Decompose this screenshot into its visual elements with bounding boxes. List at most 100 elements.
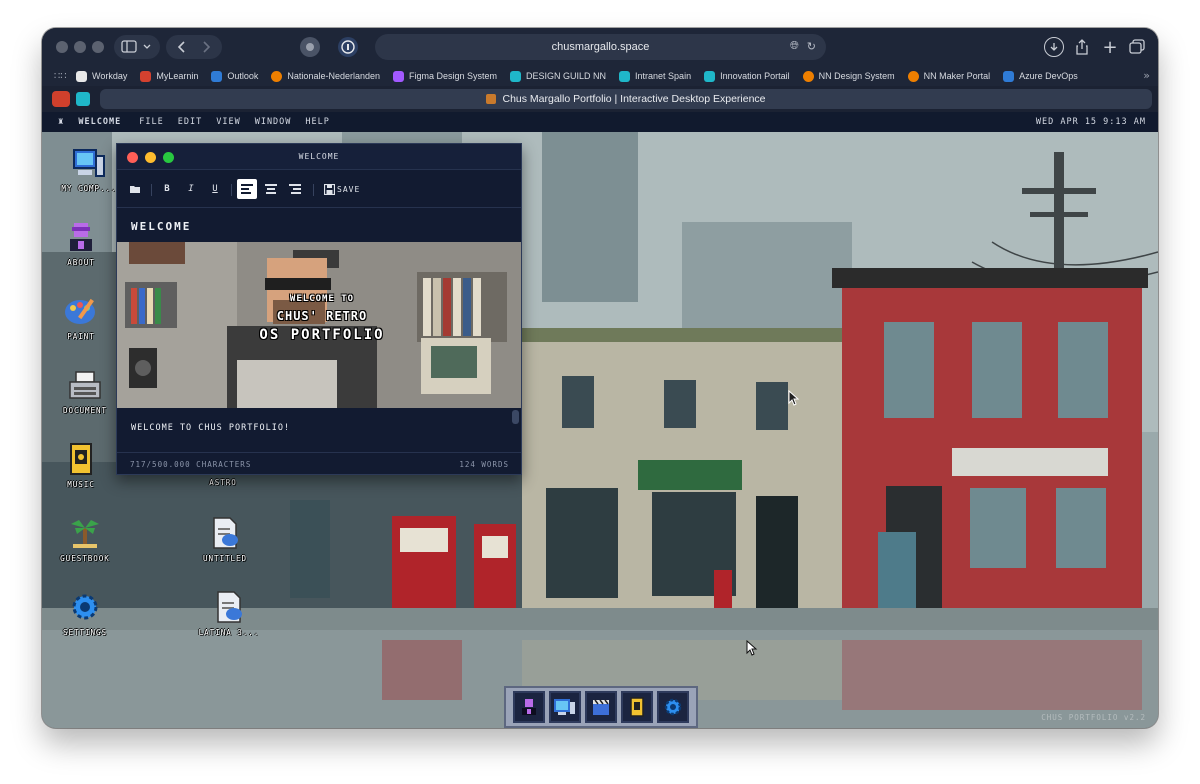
- extension-icon[interactable]: [300, 37, 320, 57]
- desktop-icon-astro[interactable]: ASTRO: [184, 474, 262, 487]
- hero-caption: WELCOME TO CHUS' RETRO OS PORTFOLIO: [237, 294, 407, 343]
- menu-help[interactable]: HELP: [305, 117, 329, 127]
- bookmark-favicon: [271, 70, 283, 82]
- desktop-icon-music[interactable]: MUSIC: [42, 442, 120, 489]
- desktop-icon-about[interactable]: ABOUT: [42, 220, 120, 267]
- dock-media[interactable]: [585, 691, 617, 723]
- desktop[interactable]: MY COMP... ABOUT PAINT DOCUMENT MUSIC GU…: [42, 132, 1158, 728]
- desktop-icon-untitled[interactable]: UNTITLED: [186, 516, 264, 563]
- bookmark-favicon: [510, 70, 522, 82]
- bookmark-item[interactable]: NN Maker Portal: [907, 70, 990, 82]
- toolbar-divider: [231, 184, 232, 196]
- person-icon: [522, 699, 536, 715]
- tab-title: Chus Margallo Portfolio | Interactive De…: [502, 93, 766, 105]
- window-titlebar[interactable]: WELCOME: [117, 144, 521, 170]
- gear-icon: [664, 698, 682, 716]
- active-app-name: WELCOME: [78, 117, 122, 127]
- new-tab-icon[interactable]: +: [1100, 37, 1120, 58]
- hero-line-1: WELCOME TO: [289, 294, 355, 304]
- welcome-window: WELCOME B I U SAVE WELCOME WELCOME TO CH…: [116, 143, 522, 475]
- os-logo-icon[interactable]: ♜: [58, 117, 64, 127]
- save-icon[interactable]: [319, 179, 339, 199]
- reload-icon[interactable]: ↻: [807, 40, 816, 53]
- bookmark-item[interactable]: Nationale-Nederlanden: [271, 70, 380, 82]
- forward-icon[interactable]: [203, 41, 211, 53]
- save-button[interactable]: SAVE: [337, 185, 360, 194]
- version-watermark: CHUS PORTFOLIO v2.2: [1041, 713, 1146, 722]
- bookmark-favicon: [392, 70, 404, 82]
- bookmark-item[interactable]: Intranet Spain: [619, 70, 691, 82]
- document-body[interactable]: WELCOME TO CHUS PORTFOLIO!: [131, 423, 290, 433]
- italic-button[interactable]: I: [181, 179, 201, 199]
- desktop-icon-document[interactable]: DOCUMENT: [46, 368, 124, 415]
- chevron-right-icon[interactable]: »: [1143, 69, 1150, 82]
- desktop-icon-guestbook[interactable]: GUESTBOOK: [46, 516, 124, 563]
- scrollbar-thumb[interactable]: [512, 410, 519, 424]
- bookmark-favicon: [1003, 70, 1015, 82]
- menu-file[interactable]: FILE: [139, 117, 163, 127]
- bookmarks-bar: ∷∷ Workday MyLearnin Outlook Nationale-N…: [42, 66, 1158, 86]
- align-left-icon: [241, 184, 253, 194]
- mouse-cursor-icon: [788, 390, 800, 406]
- underline-button[interactable]: U: [205, 179, 225, 199]
- bookmark-item[interactable]: NN Design System: [802, 70, 895, 82]
- walkman-icon: [630, 697, 644, 717]
- active-tab[interactable]: Chus Margallo Portfolio | Interactive De…: [100, 89, 1152, 109]
- bookmark-item[interactable]: Innovation Portail: [704, 70, 790, 82]
- window-zoom-button[interactable]: [92, 41, 104, 53]
- address-bar[interactable]: chusmargallo.space 🌐︎ ↻: [375, 34, 826, 60]
- typewriter-icon: [68, 368, 102, 402]
- mouse-cursor-icon: [746, 640, 758, 656]
- toolbar-divider: [151, 184, 152, 196]
- downloads-icon[interactable]: [1044, 37, 1064, 57]
- desktop-icon-paint[interactable]: PAINT: [42, 294, 120, 341]
- desktop-icon-latina[interactable]: LATINA 3...: [190, 590, 268, 637]
- hero-line-3: OS PORTFOLIO: [259, 327, 385, 343]
- menu-window[interactable]: WINDOW: [255, 117, 292, 127]
- dock-music[interactable]: [621, 691, 653, 723]
- window-minimize-button[interactable]: [74, 41, 86, 53]
- translate-icon[interactable]: 🌐︎: [790, 40, 799, 53]
- pinned-tab-favicon[interactable]: [76, 92, 90, 106]
- editor-toolbar: B I U SAVE: [117, 170, 521, 208]
- menu-view[interactable]: VIEW: [216, 117, 240, 127]
- bookmark-favicon: [704, 70, 716, 82]
- browser-window: chusmargallo.space 🌐︎ ↻ + ∷∷ Workday MyL…: [42, 28, 1158, 728]
- dock-my-computer[interactable]: [549, 691, 581, 723]
- bookmark-favicon: [802, 70, 814, 82]
- tab-bar: Chus Margallo Portfolio | Interactive De…: [42, 86, 1158, 112]
- tab-overview-icon[interactable]: [1127, 37, 1147, 57]
- browser-toolbar: chusmargallo.space 🌐︎ ↻ +: [42, 28, 1158, 66]
- password-extension-icon[interactable]: [338, 37, 358, 57]
- bold-button[interactable]: B: [157, 179, 177, 199]
- window-close-button[interactable]: [56, 41, 68, 53]
- bookmark-item[interactable]: Azure DevOps: [1003, 70, 1078, 82]
- computer-icon: [72, 146, 106, 180]
- bookmark-item[interactable]: Figma Design System: [392, 70, 497, 82]
- sidebar-toggle-button[interactable]: [114, 35, 160, 59]
- share-icon[interactable]: [1072, 37, 1092, 57]
- editor-status-bar: 717/500.000 CHARACTERS 124 WORDS: [117, 452, 521, 474]
- align-left-button[interactable]: [237, 179, 257, 199]
- bookmark-item[interactable]: Outlook: [211, 70, 258, 82]
- bookmark-item[interactable]: Workday: [76, 70, 127, 82]
- bookmark-item[interactable]: MyLearnin: [140, 70, 198, 82]
- align-center-button[interactable]: [261, 179, 281, 199]
- grid-icon[interactable]: ∷∷: [54, 71, 76, 82]
- bookmark-item[interactable]: DESIGN GUILD NN: [510, 70, 606, 82]
- back-icon[interactable]: [177, 41, 185, 53]
- dock-about[interactable]: [513, 691, 545, 723]
- pinned-tab-favicon[interactable]: [52, 91, 70, 107]
- menu-edit[interactable]: EDIT: [178, 117, 202, 127]
- dock-settings[interactable]: [657, 691, 689, 723]
- sidebar-icon: [121, 40, 151, 53]
- desktop-icon-settings[interactable]: SETTINGS: [46, 590, 124, 637]
- person-icon: [64, 220, 98, 254]
- open-folder-icon[interactable]: [125, 179, 145, 199]
- computer-icon: [554, 699, 575, 715]
- hero-image: WELCOME TO CHUS' RETRO OS PORTFOLIO: [117, 242, 521, 408]
- align-right-icon: [289, 184, 301, 194]
- align-right-button[interactable]: [285, 179, 305, 199]
- tab-favicon-icon: [486, 94, 497, 104]
- bookmark-favicon: [907, 70, 919, 82]
